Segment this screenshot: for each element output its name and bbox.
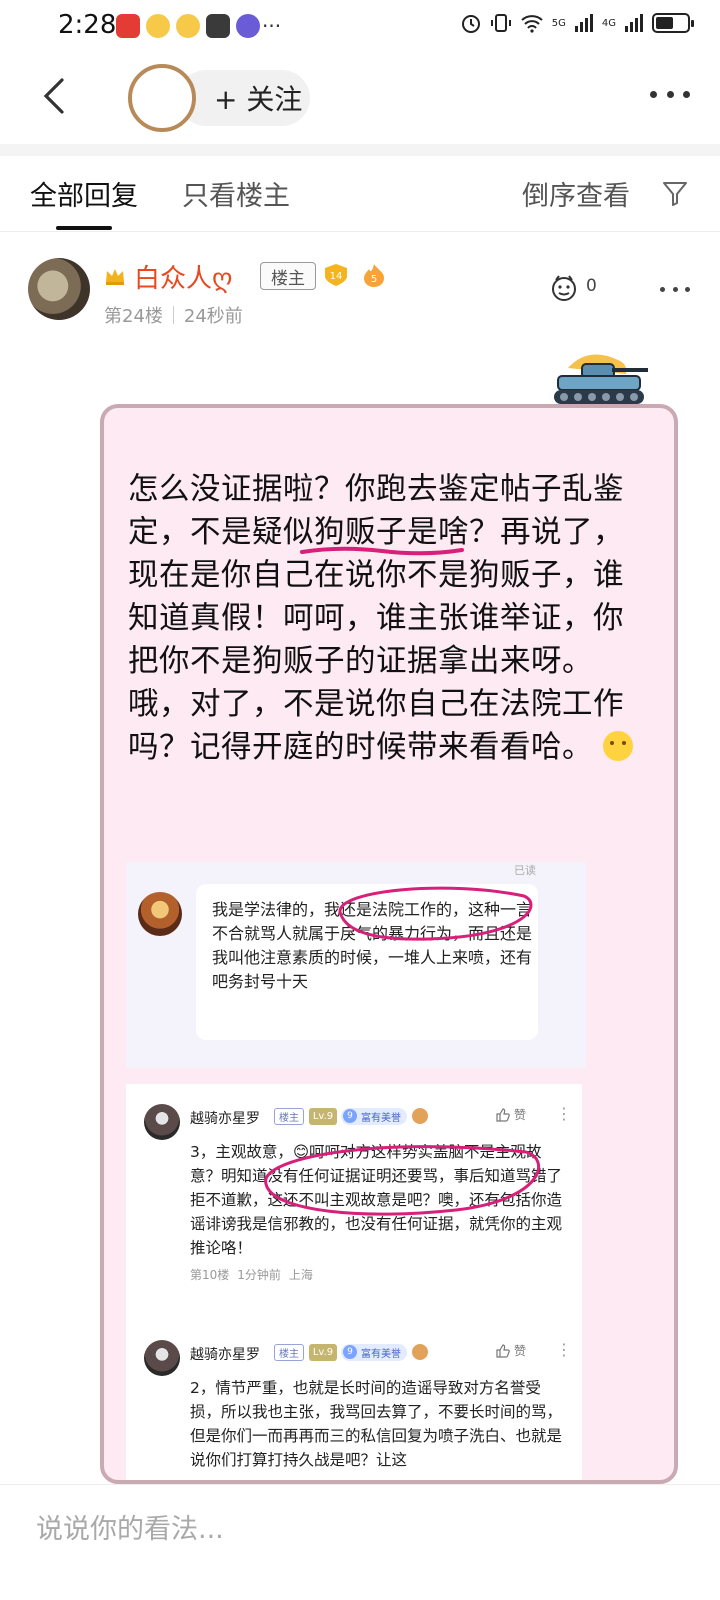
comment-avatar <box>144 1340 180 1376</box>
fire-icon: 5 <box>364 264 384 287</box>
comment-honor-badge: 富有美誉 <box>341 1108 407 1125</box>
reverse-order-button[interactable]: 倒序查看 <box>522 174 630 213</box>
header: + 关注 <box>0 52 720 144</box>
chat-avatar <box>138 892 182 936</box>
thumb-up-icon <box>496 1107 510 1122</box>
battery-icon <box>652 13 694 33</box>
level-shield-icon: 14 <box>325 264 347 286</box>
shy-emoji-icon <box>603 731 634 761</box>
wifi-icon <box>521 15 543 33</box>
tab-op-only[interactable]: 只看楼主 <box>182 174 290 213</box>
gift-icon <box>412 1344 428 1360</box>
comment-menu-icon: ⋮ <box>556 1340 572 1359</box>
comment-op-badge: 楼主 <box>274 1344 304 1361</box>
crown-icon <box>106 269 124 285</box>
level-number: 14 <box>330 271 343 282</box>
tieba-icon <box>206 14 230 38</box>
level-badge: 14 <box>323 263 349 287</box>
comment-floor: 第10楼 <box>190 1268 230 1282</box>
comment-like: 赞 <box>496 1106 526 1123</box>
signal-icon <box>574 14 593 32</box>
comment-text: 2，情节严重，也就是长时间的造谣导致对方名誉受损，所以我也主张，我骂回去算了，不… <box>190 1379 563 1469</box>
comment-input-placeholder[interactable]: 说说你的看法... <box>36 1507 224 1546</box>
tank-decoration-icon <box>554 354 648 404</box>
weibo-icon <box>146 14 170 38</box>
meta-separator <box>172 306 174 324</box>
post-more-icon[interactable] <box>660 284 690 294</box>
op-badge: 楼主 <box>260 262 316 290</box>
divider <box>0 144 720 156</box>
more-options-icon[interactable] <box>650 88 690 100</box>
back-icon[interactable] <box>34 74 78 118</box>
comment-avatar <box>144 1104 180 1140</box>
filter-icon[interactable] <box>660 178 690 208</box>
comment-honor-badge: 富有美誉 <box>341 1344 407 1361</box>
comment-location: 上海 <box>288 1268 313 1282</box>
post-body: 怎么没证据啦？你跑去鉴定帖子乱鉴定，不是疑似狗贩子是啥？再说了，现在是你自己在说… <box>128 468 648 769</box>
comment-time: 1分钟前 <box>237 1268 281 1282</box>
fire-badge: 5 <box>360 262 388 288</box>
comment-meta: 第10楼 1分钟前 上海 <box>190 1266 313 1283</box>
comment-like-label: 赞 <box>514 1344 527 1358</box>
comment-menu-icon: ⋮ <box>556 1104 572 1123</box>
status-right: 5G 4G <box>460 12 694 34</box>
reply-tabs: 全部回复 只看楼主 倒序查看 <box>0 156 720 232</box>
comment-level-badge: Lv.9 <box>309 1344 337 1361</box>
post-time: 24秒前 <box>183 306 243 327</box>
thread-author-avatar[interactable] <box>128 64 196 132</box>
chat-screenshot: 已读 我是学法律的，我还是法院工作的，这种一言不合就骂人就属于戾气的暴力行为，而… <box>126 862 586 1068</box>
app-notification-icon <box>116 14 140 38</box>
follow-button[interactable]: + 关注 <box>178 70 310 126</box>
like-count: 0 <box>586 276 597 296</box>
poster-username[interactable]: 白众人ღ <box>134 258 232 295</box>
comment-input-bar[interactable]: 说说你的看法... <box>0 1484 720 1600</box>
comment-op-badge: 楼主 <box>274 1108 304 1125</box>
network-5g: 5G <box>551 17 566 29</box>
active-tab-indicator <box>56 226 112 230</box>
follow-label: + 关注 <box>214 83 303 116</box>
tieba-icon <box>236 14 260 38</box>
fire-number: 5 <box>371 274 377 285</box>
poster-avatar[interactable] <box>28 258 90 320</box>
read-receipt: 已读 <box>514 864 536 877</box>
post-meta: 第24楼 24秒前 <box>104 302 243 328</box>
comment-like-label: 赞 <box>514 1108 527 1122</box>
status-time: 2:28 <box>58 10 117 40</box>
vibrate-icon <box>490 14 511 32</box>
comment-like: 赞 <box>496 1342 526 1359</box>
more-notifications-icon: ··· <box>262 14 282 38</box>
network-4g: 4G <box>601 17 616 29</box>
gift-icon <box>412 1108 428 1124</box>
comment-screenshot: 越骑亦星罗 楼主 Lv.9 富有美誉 赞 ⋮ 3，主观故意，😊呵呵对方这样势实盖… <box>126 1084 582 1480</box>
weibo-icon <box>176 14 200 38</box>
status-bar: 2:28 ··· 5G 4G <box>0 0 720 52</box>
comment-username: 越骑亦星罗 <box>190 1111 260 1127</box>
circle-mark <box>338 886 533 941</box>
like-icon[interactable] <box>548 272 580 304</box>
thumb-up-icon <box>496 1343 510 1358</box>
comment-username: 越骑亦星罗 <box>190 1347 260 1363</box>
comment-level-badge: Lv.9 <box>309 1108 337 1125</box>
alarm-icon <box>461 15 480 33</box>
floor-number: 第24楼 <box>104 306 163 327</box>
signal-icon <box>625 14 643 32</box>
circle-mark <box>264 1145 541 1216</box>
battery-fill <box>656 17 673 29</box>
highlight-underline-mark <box>300 546 464 556</box>
tab-all-replies[interactable]: 全部回复 <box>30 174 138 213</box>
post-bubble: 怎么没证据啦？你跑去鉴定帖子乱鉴定，不是疑似狗贩子是啥？再说了，现在是你自己在说… <box>100 404 678 1484</box>
